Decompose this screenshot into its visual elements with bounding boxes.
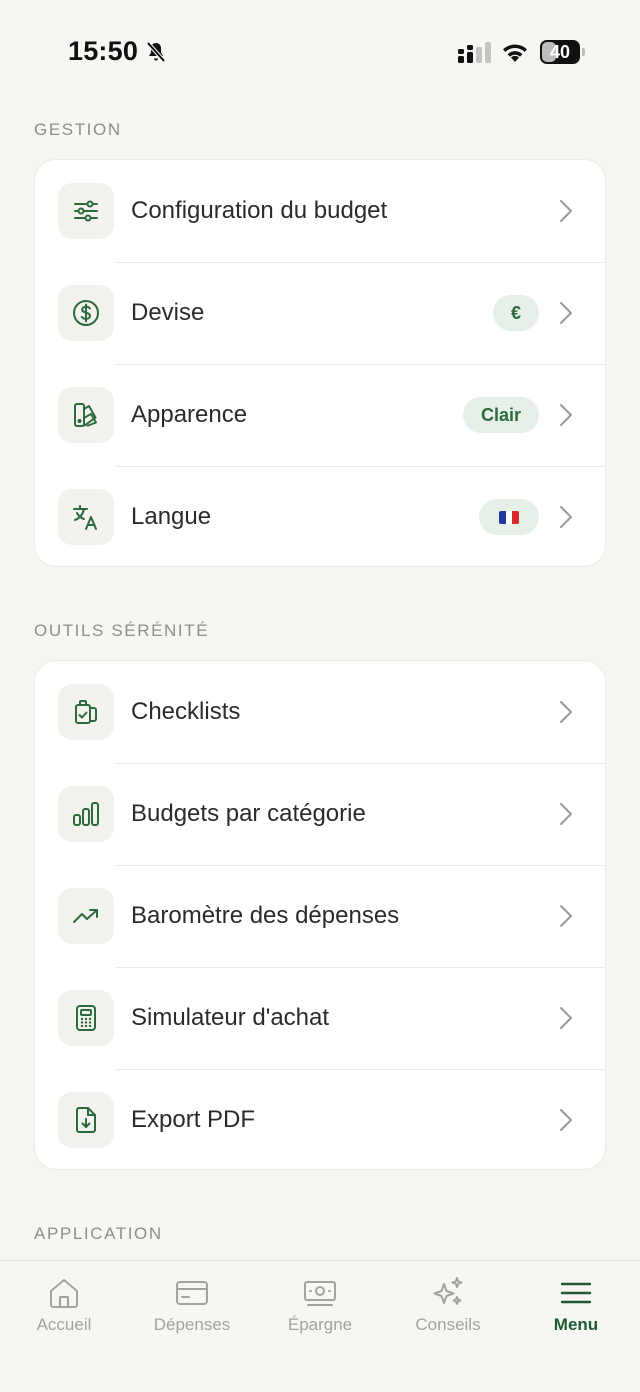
menu-item-checklists[interactable]: Checklists: [35, 661, 605, 763]
tab-epargne[interactable]: Épargne: [256, 1261, 384, 1361]
language-badge: [479, 499, 539, 535]
outils-card: Checklists Budgets par catégorie Baromèt…: [34, 660, 606, 1170]
chevron-right-icon: [560, 1109, 572, 1131]
clipboard-check-icon: [58, 684, 114, 740]
menu-item-category-budgets[interactable]: Budgets par catégorie: [35, 763, 605, 865]
chevron-right-icon: [560, 1007, 572, 1029]
menu-item-budget-config[interactable]: Configuration du budget: [35, 160, 605, 262]
trending-up-icon: [58, 888, 114, 944]
tab-label: Accueil: [36, 1315, 92, 1334]
currency-badge: €: [493, 295, 539, 331]
bar-chart-icon: [58, 786, 114, 842]
file-download-icon: [58, 1092, 114, 1148]
battery-indicator: 40: [540, 40, 586, 64]
chevron-right-icon: [560, 404, 572, 426]
sliders-icon: [58, 183, 114, 239]
bell-slash-icon: [146, 41, 166, 63]
menu-item-label: Budgets par catégorie: [131, 800, 366, 827]
cellular-signal-icon: [458, 42, 491, 63]
flag-fr-icon: [499, 510, 519, 524]
gestion-card: Configuration du budget Devise € Apparen…: [34, 159, 606, 567]
menu-item-label: Devise: [131, 299, 205, 326]
dollar-circle-icon: [58, 285, 114, 341]
tab-depenses[interactable]: Dépenses: [128, 1261, 256, 1361]
appearance-badge: Clair: [463, 397, 539, 433]
menu-item-label: Checklists: [131, 698, 241, 725]
menu-item-language[interactable]: Langue: [35, 466, 605, 566]
menu-item-label: Baromètre des dépenses: [131, 902, 400, 929]
chevron-right-icon: [560, 302, 572, 324]
tab-menu[interactable]: Menu: [512, 1261, 640, 1361]
menu-item-label: Configuration du budget: [131, 197, 388, 224]
menu-item-spending-barometer[interactable]: Baromètre des dépenses: [35, 865, 605, 967]
wifi-icon: [503, 44, 527, 62]
chevron-right-icon: [560, 506, 572, 528]
home-icon: [50, 1279, 78, 1308]
menu-item-purchase-simulator[interactable]: Simulateur d'achat: [35, 967, 605, 1069]
card-icon: [176, 1281, 208, 1305]
tab-label: Épargne: [287, 1315, 353, 1334]
battery-percentage: 40: [549, 42, 571, 62]
menu-item-currency[interactable]: Devise €: [35, 262, 605, 364]
chevron-right-icon: [560, 905, 572, 927]
status-bar: 15:50 40: [0, 0, 640, 100]
status-time: 15:50: [68, 36, 139, 66]
sparkles-icon: [433, 1277, 463, 1305]
menu-item-label: Simulateur d'achat: [131, 1004, 330, 1031]
section-title-application: APPLICATION: [34, 1224, 163, 1243]
translate-icon: [58, 489, 114, 545]
tab-label: Menu: [553, 1315, 599, 1334]
tab-label: Dépenses: [153, 1315, 231, 1334]
chevron-right-icon: [560, 200, 572, 222]
menu-icon: [560, 1282, 592, 1304]
tab-accueil[interactable]: Accueil: [0, 1261, 128, 1361]
tab-label: Conseils: [415, 1315, 481, 1334]
section-title-gestion: GESTION: [34, 120, 122, 139]
calculator-icon: [58, 990, 114, 1046]
menu-item-label: Export PDF: [131, 1106, 256, 1133]
section-title-outils: OUTILS SÉRÉNITÉ: [34, 621, 210, 640]
menu-item-label: Apparence: [131, 401, 248, 428]
chevron-right-icon: [560, 803, 572, 825]
tab-bar: Accueil Dépenses Épargne Conseils Menu: [0, 1260, 640, 1392]
palette-icon: [58, 387, 114, 443]
menu-item-export-pdf[interactable]: Export PDF: [35, 1069, 605, 1169]
menu-item-label: Langue: [131, 503, 212, 530]
menu-item-appearance[interactable]: Apparence Clair: [35, 364, 605, 466]
chevron-right-icon: [560, 701, 572, 723]
tab-conseils[interactable]: Conseils: [384, 1261, 512, 1361]
banknote-icon: [304, 1281, 336, 1306]
